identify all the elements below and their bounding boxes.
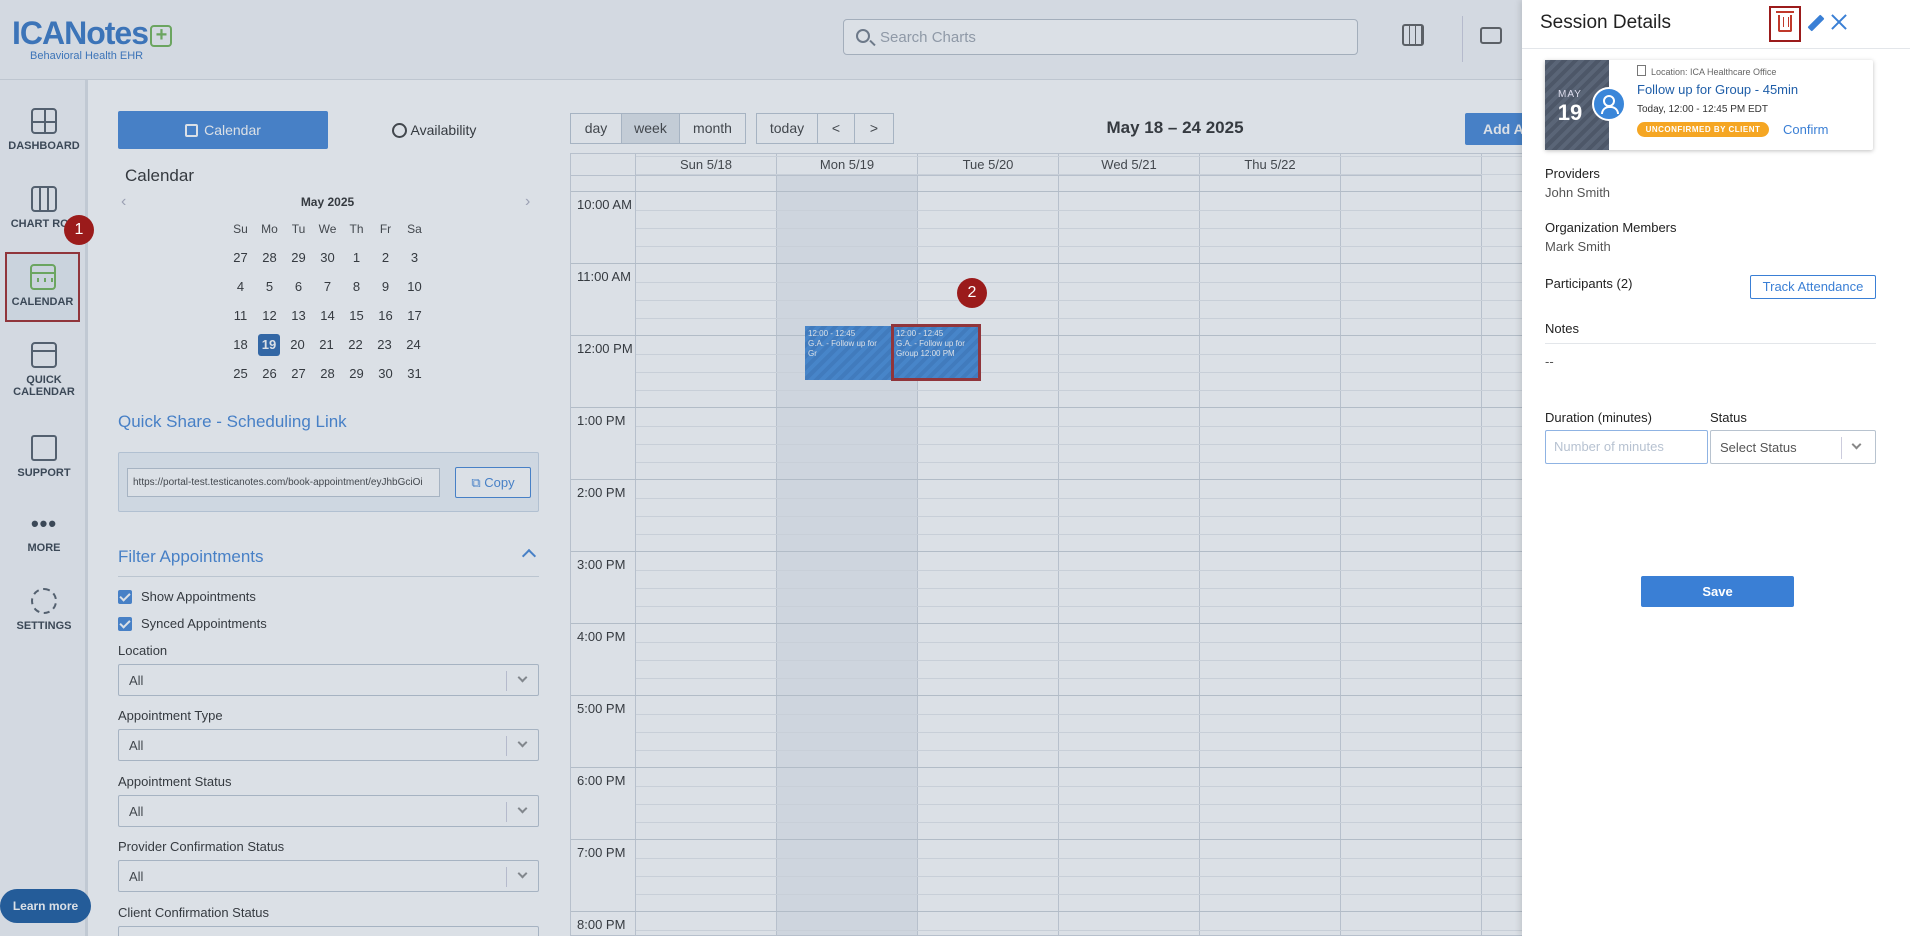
trash-icon — [1776, 11, 1794, 32]
select-value: Select Status — [1720, 440, 1797, 455]
status-select[interactable]: Select Status — [1710, 430, 1876, 464]
org-members-value: Mark Smith — [1545, 239, 1611, 254]
status-badge: UNCONFIRMED BY CLIENT — [1637, 122, 1769, 137]
duration-input[interactable] — [1554, 439, 1699, 454]
notes-value: -- — [1545, 354, 1554, 369]
close-icon[interactable] — [1829, 12, 1849, 32]
app-root: ICANotes+ Behavioral Health EHR DASHBOAR… — [0, 0, 1910, 936]
providers-value: John Smith — [1545, 185, 1611, 200]
divider — [1545, 343, 1876, 344]
session-time: Today, 12:00 - 12:45 PM EDT — [1637, 104, 1768, 115]
session-location: Location: ICA Healthcare Office — [1637, 65, 1776, 77]
participants-label: Participants (2) — [1545, 276, 1633, 291]
step-badge-2: 2 — [957, 278, 987, 308]
status-label: Status — [1710, 410, 1747, 425]
group-icon — [1592, 87, 1626, 121]
session-card: MAY 19 Location: ICA Healthcare Office F… — [1545, 60, 1873, 150]
drawer-title: Session Details — [1540, 12, 1671, 33]
duration-field[interactable] — [1545, 430, 1708, 464]
session-day: 19 — [1557, 100, 1583, 125]
modal-overlay[interactable] — [0, 0, 1522, 936]
session-name[interactable]: Follow up for Group - 45min — [1637, 82, 1798, 97]
session-details-drawer: Session Details MAY 19 Location: ICA Hea… — [1522, 0, 1910, 936]
delete-button[interactable] — [1769, 6, 1801, 42]
track-attendance-button[interactable]: Track Attendance — [1750, 275, 1876, 299]
step-badge-1: 1 — [64, 215, 94, 245]
notes-label: Notes — [1545, 321, 1579, 336]
chevron-down-icon — [1851, 439, 1862, 450]
org-members-label: Organization Members — [1545, 220, 1677, 235]
session-month: MAY — [1558, 89, 1582, 100]
confirm-link[interactable]: Confirm — [1783, 122, 1829, 137]
save-button[interactable]: Save — [1641, 576, 1794, 607]
providers-label: Providers — [1545, 166, 1600, 181]
divider — [1522, 48, 1910, 49]
duration-label: Duration (minutes) — [1545, 410, 1652, 425]
pencil-icon[interactable] — [1807, 14, 1825, 32]
